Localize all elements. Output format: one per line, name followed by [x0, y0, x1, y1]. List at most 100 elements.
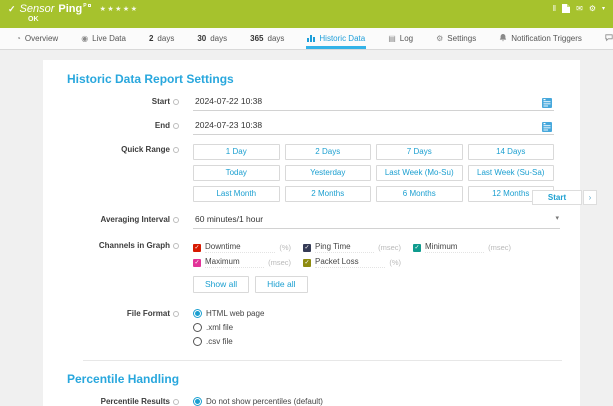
quick-range-label: Quick Range: [121, 145, 170, 154]
tab-notification-triggers[interactable]: Notification Triggers: [498, 28, 583, 49]
percentile-results-row: Percentile Results Do not show percentil…: [67, 396, 554, 406]
tab-historic-data[interactable]: Historic Data: [306, 28, 366, 49]
sensor-name: PingP: [58, 3, 90, 15]
radio-icon[interactable]: [193, 337, 202, 346]
file-format-option-csv[interactable]: .csv file: [193, 337, 554, 346]
quick-range-button[interactable]: Today: [193, 165, 280, 181]
comment-bubble-icon: [605, 34, 613, 44]
priority-flag-icon: [88, 4, 91, 7]
quick-range-button[interactable]: Last Week (Mo-Su): [376, 165, 463, 181]
start-date-input[interactable]: 2024-07-22 10:38: [193, 96, 554, 111]
section-title-percentile: Percentile Handling: [67, 372, 554, 386]
tab-log[interactable]: ▤ Log: [387, 28, 414, 49]
quick-range-button[interactable]: 2 Days: [285, 144, 372, 160]
info-icon[interactable]: [173, 99, 179, 105]
channel-checkbox[interactable]: ✓: [413, 244, 421, 252]
channel-ping-time: ✓ Ping Time (msec): [303, 242, 401, 253]
channel-checkbox[interactable]: ✓: [193, 244, 201, 252]
section-title-report-settings: Historic Data Report Settings: [67, 72, 554, 86]
pause-icon[interactable]: ‖: [553, 5, 556, 13]
gear-icon[interactable]: ⚙: [589, 5, 596, 13]
radio-icon[interactable]: [193, 323, 202, 332]
info-icon[interactable]: [173, 311, 179, 317]
channel-maximum: ✓ Maximum (msec): [193, 257, 291, 268]
historic-data-chart-icon: [307, 34, 315, 44]
averaging-interval-select[interactable]: 60 minutes/1 hour: [193, 214, 560, 229]
bell-icon: [499, 34, 507, 44]
sensor-status-header: ✓ Sensor PingP ★★★★★ OK ‖ ✉ ⚙ ▾: [0, 0, 613, 28]
sensor-type-label: Sensor: [20, 3, 55, 15]
tab-comments[interactable]: Comments: [604, 28, 613, 49]
quick-range-button[interactable]: 6 Months: [376, 186, 463, 202]
calendar-icon[interactable]: [542, 95, 552, 113]
file-format-label: File Format: [127, 309, 170, 318]
quick-range-button[interactable]: 2 Months: [285, 186, 372, 202]
start-report-button[interactable]: Start: [532, 190, 582, 205]
quick-range-button[interactable]: Yesterday: [285, 165, 372, 181]
status-check-icon: ✓: [8, 4, 16, 15]
select-caret-icon: ▾: [555, 214, 559, 222]
tab-365-days[interactable]: 365days: [249, 28, 285, 49]
percentile-option-none[interactable]: Do not show percentiles (default): [193, 397, 554, 406]
tab-2-days[interactable]: 2days: [148, 28, 175, 49]
averaging-interval-label: Averaging Interval: [100, 215, 170, 224]
start-row: Start 2024-07-22 10:38: [67, 96, 554, 111]
percentile-options: Do not show percentiles (default) Show p…: [193, 396, 554, 406]
priority-stars[interactable]: ★★★★★: [100, 5, 139, 13]
quick-range-button[interactable]: Last Week (Su-Sa): [468, 165, 555, 181]
info-icon[interactable]: [173, 399, 179, 405]
quick-range-button[interactable]: 7 Days: [376, 144, 463, 160]
section-divider: [83, 360, 562, 361]
chevron-down-icon[interactable]: ▾: [602, 5, 605, 13]
channel-checkbox[interactable]: ✓: [193, 259, 201, 267]
run-report-action-bar: Start ›: [532, 190, 597, 205]
info-icon[interactable]: [173, 217, 179, 223]
file-format-options: HTML web page .xml file .csv file: [193, 308, 554, 346]
chevron-right-icon[interactable]: ›: [583, 190, 597, 205]
radio-selected-icon[interactable]: [193, 309, 202, 318]
channels-label: Channels in Graph: [99, 241, 170, 250]
file-format-option-xml[interactable]: .xml file: [193, 323, 554, 332]
tab-settings[interactable]: ⚙ Settings: [435, 28, 477, 49]
log-icon: ▤: [388, 35, 396, 43]
hide-all-button[interactable]: Hide all: [255, 276, 307, 293]
end-row: End 2024-07-23 10:38: [67, 120, 554, 135]
main-content: Historic Data Report Settings Start 2024…: [0, 50, 613, 406]
tab-overview[interactable]: ◔ Overview: [15, 28, 59, 49]
report-file-icon[interactable]: [562, 4, 570, 13]
channel-packet-loss: ✓ Packet Loss (%): [303, 257, 401, 268]
live-data-icon: ◉: [81, 35, 88, 43]
show-all-button[interactable]: Show all: [193, 276, 249, 293]
quick-range-button[interactable]: 14 Days: [468, 144, 555, 160]
channel-checkbox[interactable]: ✓: [303, 244, 311, 252]
overview-icon: ◔: [16, 35, 21, 43]
tab-30-days[interactable]: 30days: [196, 28, 228, 49]
email-icon[interactable]: ✉: [576, 5, 583, 13]
tab-bar: ◔ Overview ◉ Live Data 2days 30days 365d…: [0, 28, 613, 50]
settings-card: Historic Data Report Settings Start 2024…: [43, 60, 580, 406]
percentile-results-label: Percentile Results: [101, 397, 170, 406]
end-date-input[interactable]: 2024-07-23 10:38: [193, 120, 554, 135]
status-badge: OK: [8, 16, 603, 23]
file-format-row: File Format HTML web page .xml file .c: [67, 308, 554, 346]
radio-selected-icon[interactable]: [193, 397, 202, 406]
channel-list: ✓ Downtime (%) ✓ Ping Time (msec) ✓ Mini…: [193, 242, 511, 268]
channel-minimum: ✓ Minimum (msec): [413, 242, 511, 253]
start-label: Start: [152, 97, 170, 106]
tab-live-data[interactable]: ◉ Live Data: [80, 28, 127, 49]
quick-range-buttons: 1 Day 2 Days 7 Days 14 Days Today Yester…: [193, 144, 554, 202]
quick-range-button[interactable]: Last Month: [193, 186, 280, 202]
channel-checkbox[interactable]: ✓: [303, 259, 311, 267]
info-icon[interactable]: [173, 147, 179, 153]
end-label: End: [155, 121, 170, 130]
info-icon[interactable]: [173, 123, 179, 129]
info-icon[interactable]: [173, 243, 179, 249]
file-format-option-html[interactable]: HTML web page: [193, 309, 554, 318]
channels-row: Channels in Graph ✓ Downtime (%) ✓ Ping …: [67, 240, 554, 293]
calendar-icon[interactable]: [542, 119, 552, 137]
quick-range-row: Quick Range 1 Day 2 Days 7 Days 14 Days …: [67, 144, 554, 202]
quick-range-button[interactable]: 1 Day: [193, 144, 280, 160]
channel-downtime: ✓ Downtime (%): [193, 242, 291, 253]
averaging-interval-row: Averaging Interval 60 minutes/1 hour ▾: [67, 214, 554, 229]
settings-gear-icon: ⚙: [436, 35, 443, 43]
